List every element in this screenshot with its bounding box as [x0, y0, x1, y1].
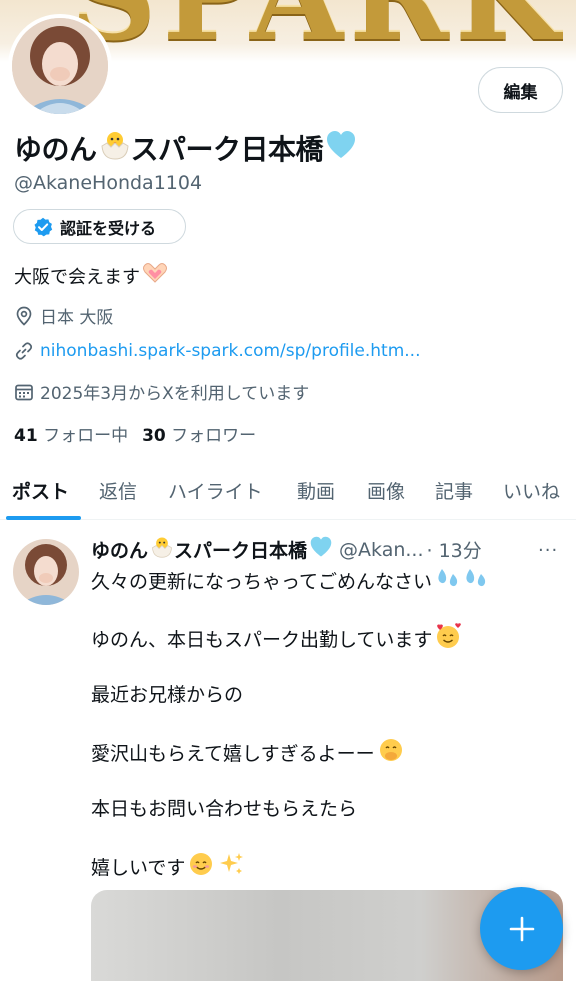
- verified-badge-icon: [34, 217, 53, 236]
- post-line-text: 本日もお問い合わせもらえたら: [91, 798, 358, 820]
- light-blue-heart-icon: [325, 130, 357, 167]
- display-name-suffix: スパーク日本橋: [130, 133, 324, 166]
- followers-count: 30: [142, 426, 166, 446]
- joined-text: 2025年3月からXを利用しています: [40, 384, 310, 404]
- follow-stats: 41 フォロー中 30 フォロワー: [14, 421, 256, 446]
- sweat-droplets-icon: [434, 566, 490, 595]
- post-line: 嬉しいです: [91, 851, 245, 882]
- profile-tabs: ポスト 返信 ハイライト 動画 画像 記事 いいね: [0, 463, 576, 520]
- post-author[interactable]: ゆのん スパーク日本橋: [91, 536, 333, 563]
- display-name: ゆのん スパーク日本橋: [14, 128, 357, 168]
- heart-hands-icon: [142, 262, 168, 289]
- post-line: 最近お兄様からの: [91, 680, 243, 707]
- post-line-text: 最近お兄様からの: [91, 684, 244, 706]
- tab-images[interactable]: 画像: [367, 477, 405, 504]
- bio-text: 大阪で会えます: [14, 266, 140, 288]
- tab-posts[interactable]: ポスト: [12, 477, 69, 504]
- following-label: フォロー中: [43, 426, 129, 446]
- face-with-hand-over-mouth-icon: [377, 737, 405, 768]
- plus-icon: [509, 916, 534, 941]
- compose-post-button[interactable]: [480, 887, 563, 970]
- tab-highlights[interactable]: ハイライト: [168, 477, 263, 504]
- sparkles-icon: [217, 851, 245, 882]
- post-line: 愛沢山もらえて嬉しすぎるよーー: [91, 737, 405, 768]
- get-verified-button[interactable]: 認証を受ける: [13, 209, 186, 244]
- profile-joined: 2025年3月からXを利用しています: [14, 379, 309, 404]
- edit-profile-button[interactable]: 編集: [478, 67, 563, 113]
- display-name-text: ゆのん: [14, 133, 97, 166]
- post-line: 本日もお問い合わせもらえたら: [91, 794, 357, 821]
- post-avatar[interactable]: [13, 539, 79, 605]
- tab-likes[interactable]: いいね: [503, 477, 560, 504]
- light-blue-heart-icon: [309, 536, 333, 563]
- post-line: ゆのん、本日もスパーク出勤しています: [91, 623, 462, 654]
- following-count: 41: [14, 426, 38, 446]
- profile-handle: @AkaneHonda1104: [14, 172, 203, 194]
- post-author-suffix: スパーク日本橋: [174, 540, 308, 562]
- profile-website[interactable]: nihonbashi.spark-spark.com/sp/profile.ht…: [14, 341, 420, 361]
- active-tab-indicator: [6, 516, 81, 520]
- following-link[interactable]: 41 フォロー中: [14, 426, 128, 446]
- post-line-text: 久々の更新になっちゃってごめんなさい: [91, 571, 433, 593]
- location-pin-icon: [16, 306, 32, 326]
- smiling-face-with-hearts-icon: [434, 623, 462, 654]
- post-line-text: ゆのん、本日もスパーク出勤しています: [91, 629, 433, 651]
- smiling-face-icon: [187, 851, 215, 882]
- post-line-text: 愛沢山もらえて嬉しすぎるよーー: [91, 743, 375, 765]
- banner-logo-text: SPARK: [70, 0, 565, 58]
- link-icon: [15, 342, 33, 360]
- tab-videos[interactable]: 動画: [297, 477, 335, 504]
- post-line-text: 嬉しいです: [91, 857, 186, 879]
- hatching-chick-icon: [99, 130, 131, 167]
- post-header: ゆのん スパーク日本橋 @Akan... · 13分: [91, 536, 482, 563]
- location-text: 日本 大阪: [40, 308, 114, 328]
- post-handle[interactable]: @Akan...: [339, 539, 423, 561]
- tab-articles[interactable]: 記事: [435, 477, 473, 504]
- followers-label: フォロワー: [171, 426, 257, 446]
- post-author-name: ゆのん: [91, 540, 149, 562]
- post-line: 久々の更新になっちゃってごめんなさい: [91, 566, 490, 595]
- post-time[interactable]: · 13分: [427, 536, 482, 563]
- calendar-icon: [15, 384, 33, 400]
- more-options-icon[interactable]: ···: [538, 540, 558, 561]
- website-link[interactable]: nihonbashi.spark-spark.com/sp/profile.ht…: [40, 341, 420, 361]
- hatching-chick-icon: [150, 536, 174, 563]
- followers-link[interactable]: 30 フォロワー: [142, 426, 256, 446]
- tab-replies[interactable]: 返信: [99, 477, 137, 504]
- profile-bio: 大阪で会えます: [14, 262, 168, 289]
- profile-location: 日本 大阪: [14, 303, 113, 328]
- get-verified-label: 認証を受ける: [60, 218, 157, 238]
- profile-avatar[interactable]: [8, 14, 112, 118]
